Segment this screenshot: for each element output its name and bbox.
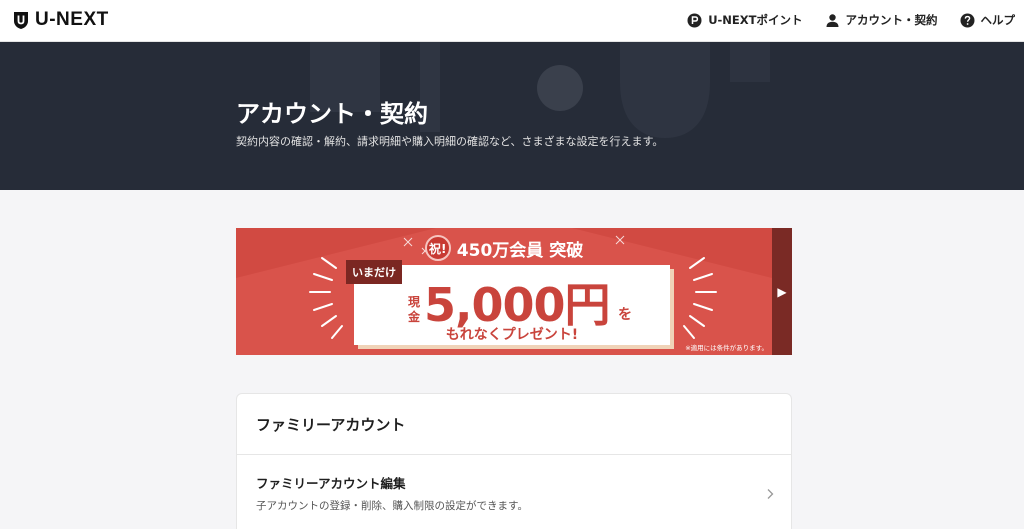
nav-help[interactable]: ヘルプ <box>960 12 1016 28</box>
celebration-badge: 祝! <box>424 235 451 261</box>
banner-note: ※適用には条件があります。 <box>685 344 768 352</box>
banner-headline: 祝! 450万会員 突破 <box>236 235 772 261</box>
logo[interactable]: U-NEXT <box>13 9 109 31</box>
row-title: ファミリーアカウント編集 <box>256 476 406 491</box>
family-account-edit-row[interactable]: ファミリーアカウント編集 子アカウントの登録・削除、購入制限の設定ができます。 <box>237 455 791 529</box>
banner-particle: を <box>618 307 632 323</box>
top-bar: U-NEXT U-NEXTポイント アカウント・契約 ヘルプ <box>0 0 1024 42</box>
nav-account-label: アカウント・契約 <box>845 13 938 27</box>
limited-time-tag: いまだけ <box>346 260 402 284</box>
hero-banner: アカウント・契約 契約内容の確認・解約、請求明細や購入明細の確認など、さまざまな… <box>0 42 1024 190</box>
banner-headline-text: 450万会員 突破 <box>456 240 584 261</box>
campaign-banner[interactable]: 祝! 450万会員 突破 いまだけ 現金 5,000円 を もれなくプレゼント!… <box>236 228 792 355</box>
points-icon <box>687 13 702 27</box>
section-title: ファミリーアカウント <box>256 416 406 434</box>
nav-points[interactable]: U-NEXTポイント <box>687 12 803 28</box>
page-subtitle: 契約内容の確認・解約、請求明細や購入明細の確認など、さまざまな設定を行えます。 <box>236 135 664 148</box>
header-nav: U-NEXTポイント アカウント・契約 ヘルプ <box>687 12 1015 28</box>
play-arrow-icon: ▶ <box>777 284 787 299</box>
logo-text: U-NEXT <box>35 9 109 30</box>
chevron-right-icon <box>767 489 774 499</box>
page-title: アカウント・契約 <box>236 100 428 128</box>
present-text: もれなくプレゼント! <box>445 327 579 343</box>
banner-next-arrow[interactable]: ▶ <box>772 228 792 355</box>
help-icon <box>960 13 974 27</box>
user-icon <box>826 13 838 27</box>
nav-account[interactable]: アカウント・契約 <box>825 12 938 28</box>
logo-shield-icon <box>14 11 28 29</box>
cash-label: 現金 <box>408 295 421 324</box>
family-account-section: ファミリーアカウント ファミリーアカウント編集 子アカウントの登録・削除、購入制… <box>236 393 792 529</box>
row-description: 子アカウントの登録・削除、購入制限の設定ができます。 <box>256 500 528 512</box>
nav-points-label: U-NEXTポイント <box>708 13 803 27</box>
nav-help-label: ヘルプ <box>980 13 1016 27</box>
